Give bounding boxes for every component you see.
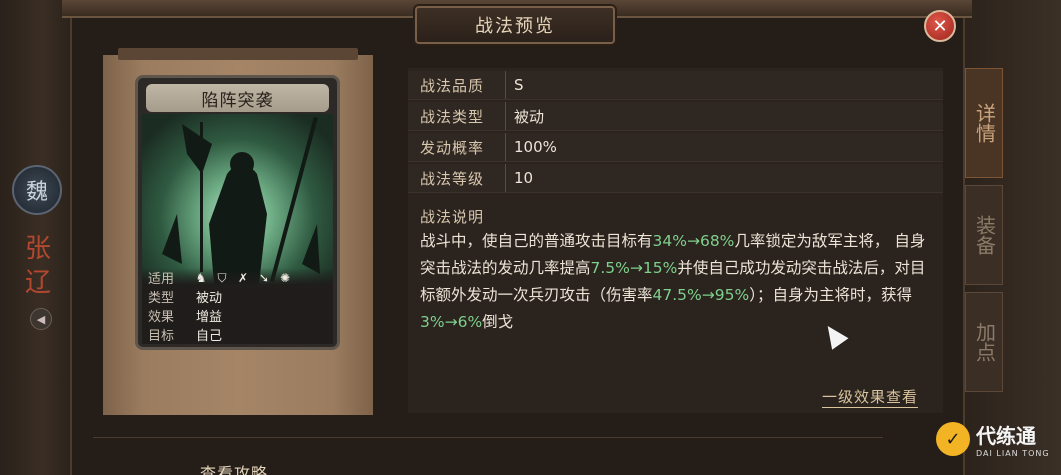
watermark-logo: ✓ 代练通 DAI LIAN TONG <box>936 420 1050 458</box>
description-text: 战斗中，使自己的普通攻击目标有34%→68%几率锁定为敌军主将， 自身突击战法的… <box>420 232 926 331</box>
skill-card-title: 陷阵突袭 <box>146 84 329 112</box>
card-row-type: 类型 被动 <box>148 291 223 306</box>
value-highlight: 3%→6% <box>420 313 483 331</box>
skill-card-illustration <box>142 114 333 284</box>
description-heading: 战法说明 <box>420 208 485 226</box>
level-one-effect-link[interactable]: 一级效果查看 <box>822 386 919 408</box>
prop-row-quality: 战法品质 S <box>408 71 943 100</box>
siege-icon: ✺ <box>279 270 291 285</box>
value-highlight: 47.5%→95% <box>652 286 750 304</box>
view-guide-link[interactable]: 查看攻略 <box>200 460 268 475</box>
card-row-target: 目标 自己 <box>148 329 223 344</box>
speaker-icon[interactable]: ◀ <box>30 308 52 330</box>
skill-card-info: 适用 ♞ ⛉ ✗ ➘ ✺ 类型 被动 效果 增益 目标 自己 <box>142 268 333 344</box>
shield-icon: ⛉ <box>217 270 227 285</box>
skill-card: 陷阵突袭 适用 ♞ ⛉ ✗ ➘ ✺ 类型 被动 效果 增益 目标 自己 <box>135 75 340 350</box>
tab-equipment[interactable]: 装备 <box>965 185 1003 285</box>
faction-badge: 魏 <box>12 165 62 215</box>
close-icon: ✕ <box>932 15 948 37</box>
tab-points[interactable]: 加点 <box>965 292 1003 392</box>
prop-row-probability: 发动概率 100% <box>408 133 943 162</box>
prop-row-type: 战法类型 被动 <box>408 102 943 131</box>
value-highlight: 34%→68% <box>652 232 735 250</box>
cavalry-icon: ♞ <box>195 270 207 285</box>
close-button[interactable]: ✕ <box>924 10 956 42</box>
spear-icon: ➘ <box>258 270 270 285</box>
card-row-troops: 适用 ♞ ⛉ ✗ ➘ ✺ <box>148 268 327 288</box>
hero-name-char-1: 张 <box>24 234 51 264</box>
prop-row-level: 战法等级 10 <box>408 164 943 193</box>
watermark-badge-icon: ✓ <box>936 422 970 456</box>
scroll-rod <box>118 48 358 60</box>
dialog-title: 战法预览 <box>475 16 555 37</box>
dialog-title-plate: 战法预览 <box>415 6 615 44</box>
tab-details[interactable]: 详情 <box>965 68 1003 178</box>
skill-detail-panel: 战法品质 S 战法类型 被动 发动概率 100% 战法等级 10 战法说明 战斗… <box>408 68 943 413</box>
bow-icon: ✗ <box>237 270 249 285</box>
card-row-effect: 效果 增益 <box>148 310 223 325</box>
value-highlight: 7.5%→15% <box>590 259 678 277</box>
hero-name-char-2: 辽 <box>24 268 51 298</box>
